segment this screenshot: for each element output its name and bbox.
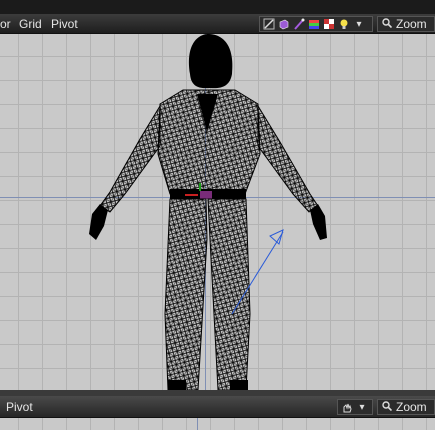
bottom-viewport-bar: Pivot ▾ Zoom: [0, 396, 435, 418]
zoom-label: Zoom: [396, 400, 427, 414]
zoom-control[interactable]: Zoom: [377, 16, 435, 32]
viewport-menu-bar: or Grid Pivot ▾ Zoom: [0, 14, 435, 34]
character-wireframe[interactable]: [0, 34, 435, 390]
cube-icon[interactable]: [278, 18, 290, 30]
viewport-3d-bottom[interactable]: [0, 418, 435, 430]
brush-icon[interactable]: [293, 18, 305, 30]
grid: [0, 418, 435, 430]
chevron-down-icon[interactable]: ▾: [353, 18, 365, 30]
viewport-toolbar: ▾: [259, 16, 373, 32]
chevron-down-icon[interactable]: ▾: [356, 401, 368, 413]
search-icon: [382, 17, 393, 31]
grid-axis-vertical: [197, 418, 198, 430]
menu-item-pivot-bottom[interactable]: Pivot: [6, 400, 33, 414]
checker-icon[interactable]: [323, 18, 335, 30]
viewport-3d[interactable]: [0, 34, 435, 390]
title-strip: [0, 0, 435, 14]
menu-item-view[interactable]: or: [0, 17, 11, 31]
pencil-icon[interactable]: [263, 18, 275, 30]
search-icon: [382, 400, 393, 414]
menu-item-grid[interactable]: Grid: [19, 17, 42, 31]
hand-icon[interactable]: [341, 401, 353, 413]
zoom-label: Zoom: [396, 17, 427, 31]
menu-item-pivot[interactable]: Pivot: [51, 17, 78, 31]
bottom-toolbar: ▾: [337, 399, 373, 415]
zoom-control-bottom[interactable]: Zoom: [377, 399, 435, 415]
light-icon[interactable]: [338, 18, 350, 30]
color-swatch-icon[interactable]: [308, 18, 320, 30]
